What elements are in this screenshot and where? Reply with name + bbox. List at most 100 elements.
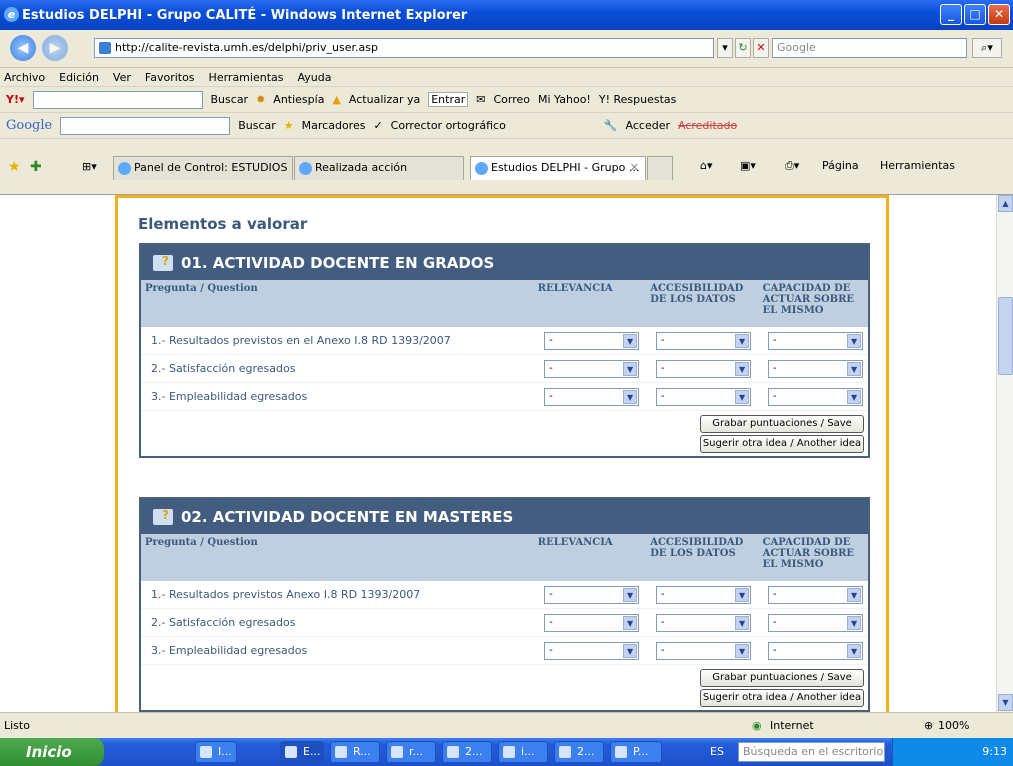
save-button[interactable]: Grabar puntuaciones / Save <box>700 415 864 433</box>
relevancia-select[interactable]: - ▼ <box>544 585 640 604</box>
vertical-scrollbar[interactable]: ▲ ▼ <box>996 195 1013 712</box>
forward-button[interactable]: ▶ <box>42 35 68 61</box>
menu-edicion[interactable]: Edición <box>59 71 99 84</box>
taskbar-item[interactable]: i... <box>498 741 548 763</box>
acreditado-button[interactable]: Acreditado <box>678 119 737 132</box>
relevancia-select[interactable]: - ▼ <box>544 359 640 378</box>
respuestas-button[interactable]: Y! Respuestas <box>599 93 677 106</box>
google-buscar-button[interactable]: Buscar <box>238 119 276 132</box>
wrench-icon[interactable]: 🔧 <box>604 119 618 132</box>
capacidad-select[interactable]: - ▼ <box>768 613 864 632</box>
yahoo-buscar-button[interactable]: Buscar <box>211 93 249 106</box>
relevancia-select[interactable]: - ▼ <box>544 331 640 350</box>
accesibilidad-select[interactable]: - ▼ <box>656 359 752 378</box>
capacidad-select[interactable]: - ▼ <box>768 331 864 350</box>
desktop-search-input[interactable]: Búsqueda en el escritorio <box>738 742 885 762</box>
refresh-button[interactable]: ↻ <box>735 38 751 58</box>
yahoo-logo-icon[interactable]: Y!▾ <box>6 93 25 106</box>
menu-ayuda[interactable]: Ayuda <box>297 71 331 84</box>
question-text: 3.- Empleabilidad egresados <box>151 390 308 403</box>
print-icon[interactable]: ⎙▾ <box>785 159 799 173</box>
chevron-down-icon: ▼ <box>847 361 862 376</box>
scroll-down-icon[interactable]: ▼ <box>998 694 1013 711</box>
capacidad-select[interactable]: - ▼ <box>768 387 864 406</box>
language-indicator[interactable]: ES <box>710 745 724 758</box>
ie-icon <box>299 162 312 175</box>
accesibilidad-select[interactable]: - ▼ <box>656 613 752 632</box>
accesibilidad-select[interactable]: - ▼ <box>656 331 752 350</box>
google-search-input[interactable] <box>60 116 231 135</box>
panel-title: 02. ACTIVIDAD DOCENTE EN MASTERES <box>181 507 514 526</box>
correo-button[interactable]: Correo <box>493 93 530 106</box>
feeds-icon[interactable]: ▣▾ <box>740 159 756 172</box>
capacidad-select[interactable]: - ▼ <box>768 585 864 604</box>
menu-ver[interactable]: Ver <box>113 71 131 84</box>
address-bar-row: ◀ ▶ http://calite-revista.umh.es/delphi/… <box>0 30 1013 68</box>
chevron-down-icon: ▼ <box>735 389 750 404</box>
address-dropdown-button[interactable]: ▾ <box>717 38 733 58</box>
zoom-icon[interactable]: ⊕ <box>924 719 933 732</box>
zoom-level[interactable]: 100% <box>938 719 969 732</box>
table-row: 1.- Resultados previstos Anexo I.8 RD 13… <box>141 581 868 609</box>
another-idea-button[interactable]: Sugerir otra idea / Another idea <box>700 435 864 453</box>
search-icon[interactable]: ⌕▾ <box>972 38 1002 58</box>
minimize-button[interactable]: _ <box>940 4 962 25</box>
question-icon <box>153 508 173 525</box>
web-search-input[interactable]: Google <box>772 38 967 58</box>
acceder-button[interactable]: Acceder <box>626 119 670 132</box>
close-button[interactable]: ✕ <box>988 4 1010 25</box>
relevancia-select[interactable]: - ▼ <box>544 641 640 660</box>
chevron-down-icon: ▼ <box>623 333 638 348</box>
status-text: Listo <box>4 719 30 732</box>
stop-button[interactable]: ✕ <box>753 38 769 58</box>
pagina-menu[interactable]: Página <box>822 159 859 172</box>
tab-panel-control[interactable]: Panel de Control: ESTUDIOS ... <box>113 156 293 180</box>
start-button[interactable]: Inicio <box>0 738 104 766</box>
capacidad-select[interactable]: - ▼ <box>768 359 864 378</box>
menu-favoritos[interactable]: Favoritos <box>145 71 195 84</box>
maximize-button[interactable]: □ <box>964 4 986 25</box>
actualizar-button[interactable]: Actualizar ya <box>349 93 420 106</box>
another-idea-button[interactable]: Sugerir otra idea / Another idea <box>700 689 864 707</box>
capacidad-select[interactable]: - ▼ <box>768 641 864 660</box>
taskbar-item[interactable]: 2... <box>554 741 604 763</box>
taskbar-item[interactable]: I... <box>195 741 237 763</box>
marcadores-button[interactable]: Marcadores <box>302 119 366 132</box>
relevancia-select[interactable]: - ▼ <box>544 387 640 406</box>
favorites-star-icon[interactable]: ★ <box>8 159 21 175</box>
accesibilidad-select[interactable]: - ▼ <box>656 585 752 604</box>
scroll-up-icon[interactable]: ▲ <box>998 195 1013 212</box>
tab-realizada-accion[interactable]: Realizada acción <box>294 156 464 180</box>
menu-archivo[interactable]: Archivo <box>4 71 45 84</box>
accesibilidad-select[interactable]: - ▼ <box>656 641 752 660</box>
antiespia-button[interactable]: Antiespía <box>273 93 324 106</box>
add-favorite-icon[interactable]: ✚ <box>30 159 42 175</box>
column-headers: Pregunta / Question RELEVANCIA ACCESIBIL… <box>141 280 868 327</box>
yahoo-search-input[interactable] <box>32 90 203 109</box>
section-title: Elementos a valorar <box>138 215 308 233</box>
window-title-bar: e Estudios DELPHI - Grupo CALITÉ - Windo… <box>0 0 1013 30</box>
quick-tabs-icon[interactable]: ⊞▾ <box>82 160 97 173</box>
back-button[interactable]: ◀ <box>10 35 36 61</box>
scroll-thumb[interactable] <box>998 297 1013 375</box>
accesibilidad-select[interactable]: - ▼ <box>656 387 752 406</box>
chevron-down-icon: ▼ <box>623 389 638 404</box>
new-tab-button[interactable] <box>647 156 673 180</box>
taskbar-item[interactable]: 2... <box>442 741 492 763</box>
taskbar-item[interactable]: r... <box>386 741 436 763</box>
address-input[interactable]: http://calite-revista.umh.es/delphi/priv… <box>94 38 714 58</box>
entrar-button[interactable]: Entrar <box>428 92 469 107</box>
close-tab-icon[interactable]: ✕ <box>630 157 639 179</box>
taskbar-item[interactable]: E... <box>280 741 324 763</box>
menu-herramientas[interactable]: Herramientas <box>209 71 284 84</box>
herramientas-menu[interactable]: Herramientas <box>880 159 955 172</box>
save-button[interactable]: Grabar puntuaciones / Save <box>700 669 864 687</box>
mi-yahoo-button[interactable]: Mi Yahoo! <box>538 93 591 106</box>
home-icon[interactable]: ⌂▾ <box>700 159 713 172</box>
taskbar-item[interactable]: R... <box>330 741 380 763</box>
tab-estudios-delphi[interactable]: Estudios DELPHI - Grupo ... ✕ <box>470 156 646 180</box>
relevancia-select[interactable]: - ▼ <box>544 613 640 632</box>
col-relevancia: RELEVANCIA <box>537 283 613 294</box>
taskbar-item[interactable]: P... <box>610 741 662 763</box>
corrector-button[interactable]: Corrector ortográfico <box>391 119 506 132</box>
